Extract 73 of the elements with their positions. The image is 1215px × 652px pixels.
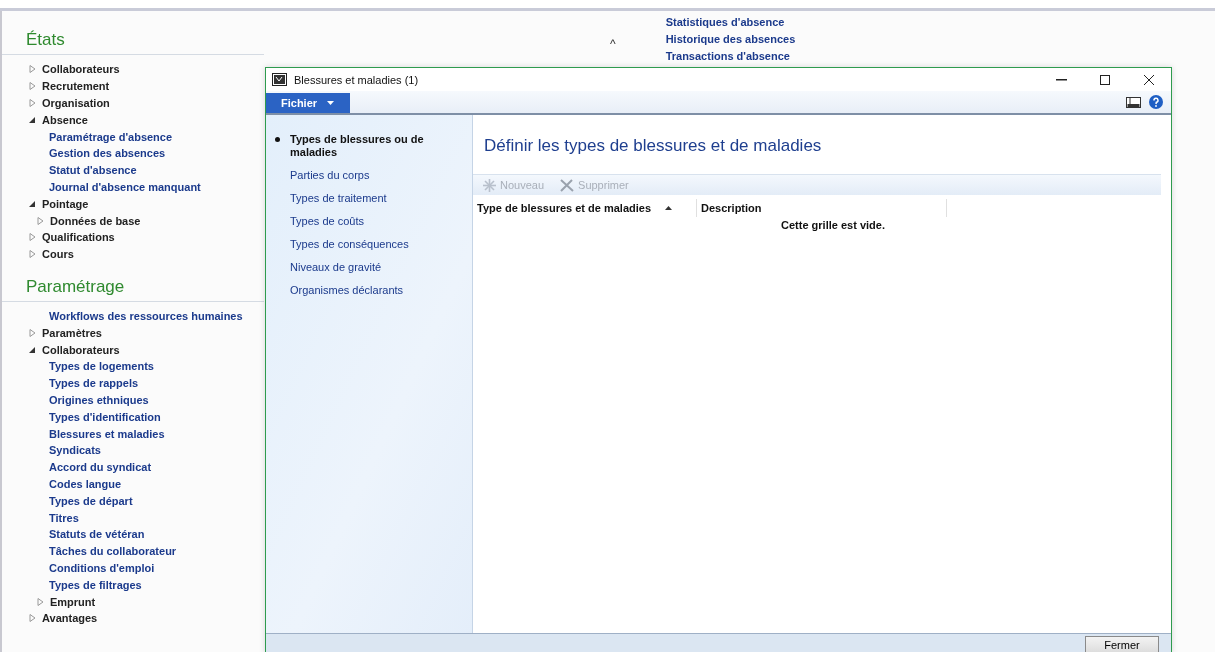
minimize-icon xyxy=(1055,78,1067,81)
tree-link[interactable]: Conditions d'emploi xyxy=(49,561,155,574)
tree-link[interactable]: Gestion des absences xyxy=(49,147,166,160)
tree-link[interactable]: Workflows des ressources humaines xyxy=(49,309,243,322)
tree-link[interactable]: Syndicats xyxy=(49,444,101,457)
collapsed-triangle-icon[interactable] xyxy=(29,614,36,623)
tree-link[interactable]: Statuts de vétéran xyxy=(49,528,145,541)
help-icon[interactable] xyxy=(1149,95,1163,109)
related-link[interactable]: Statistiques d'absence xyxy=(665,14,796,31)
collapsed-triangle-icon[interactable] xyxy=(37,216,44,225)
tree-group-label[interactable]: Avantages xyxy=(42,612,98,625)
column-header[interactable]: Description xyxy=(697,199,947,217)
collapsed-triangle-icon[interactable] xyxy=(29,233,36,242)
tree-group-label[interactable]: Recrutement xyxy=(42,80,110,93)
tree-link[interactable]: Titres xyxy=(49,511,79,524)
tree-link[interactable]: Paramétrage d'absence xyxy=(49,130,173,143)
maximize-icon xyxy=(1100,74,1110,85)
collapsed-triangle-icon[interactable] xyxy=(29,328,36,337)
tree-link[interactable]: Statut d'absence xyxy=(49,164,137,177)
tree-link[interactable]: Accord du syndicat xyxy=(49,461,152,474)
window-title: Blessures et maladies (1) xyxy=(294,73,420,86)
page-heading: Définir les types de blessures et de maladies xyxy=(483,135,823,157)
tree-group-label[interactable]: Collaborateurs xyxy=(42,63,120,76)
tree-group-label[interactable]: Données de base xyxy=(50,214,141,227)
book-icon[interactable] xyxy=(1126,96,1141,108)
tree-group-label[interactable]: Cours xyxy=(42,248,74,261)
collapsed-triangle-icon[interactable] xyxy=(37,597,44,606)
tree-group-label[interactable]: Collaborateurs xyxy=(42,343,120,356)
close-icon xyxy=(1144,74,1154,85)
section-heading: Paramétrage xyxy=(2,276,264,302)
sparkle-icon xyxy=(483,178,496,192)
section-heading: États xyxy=(2,30,264,55)
tree-group-label[interactable]: Absence xyxy=(42,113,88,126)
expanded-triangle-icon[interactable] xyxy=(29,115,36,124)
nav-item[interactable]: Organismes déclarants xyxy=(266,284,472,297)
close-dialog-button[interactable]: Fermer xyxy=(1085,636,1159,652)
related-link[interactable]: Transactions d'absence xyxy=(665,48,796,65)
expanded-triangle-icon[interactable] xyxy=(29,345,36,354)
nav-item[interactable]: Types de traitement xyxy=(266,192,472,205)
tree-link[interactable]: Journal d'absence manquant xyxy=(49,180,201,193)
tree-link[interactable]: Types de logements xyxy=(49,360,154,373)
tree-link[interactable]: Codes langue xyxy=(49,477,122,490)
caret-icon xyxy=(327,101,335,105)
file-menu[interactable]: Fichier xyxy=(266,93,350,113)
tree-link[interactable]: Origines ethniques xyxy=(49,393,149,406)
tree-link[interactable]: Tâches du collaborateur xyxy=(49,545,177,558)
nav-item[interactable]: Types de blessures ou de maladies xyxy=(266,133,472,159)
empty-grid-message: Cette grille est vide. xyxy=(780,219,886,231)
tree-group-label[interactable]: Pointage xyxy=(42,197,89,210)
tree-group-label[interactable]: Qualifications xyxy=(42,231,115,244)
collapsed-triangle-icon[interactable] xyxy=(29,250,36,259)
tree-link[interactable]: Types de départ xyxy=(49,494,133,507)
nav-item[interactable]: Types de conséquences xyxy=(266,238,472,251)
collapsed-triangle-icon[interactable] xyxy=(29,65,36,74)
collapse-button[interactable]: ^ xyxy=(610,37,616,51)
column-header[interactable]: Type de blessures et de maladies xyxy=(473,199,697,217)
nav-item[interactable]: Niveaux de gravité xyxy=(266,261,472,274)
collapsed-triangle-icon[interactable] xyxy=(29,99,36,107)
nav-item[interactable]: Types de coûts xyxy=(266,215,472,228)
collapsed-triangle-icon[interactable] xyxy=(29,82,36,91)
expanded-triangle-icon[interactable] xyxy=(29,199,36,208)
tree-link[interactable]: Types de rappels xyxy=(49,377,139,390)
tree-group-label[interactable]: Emprunt xyxy=(50,595,96,608)
related-link[interactable]: Historique des absences xyxy=(665,31,796,48)
sort-ascending-icon xyxy=(665,206,673,210)
tree-group-label[interactable]: Organisation xyxy=(42,97,110,109)
nav-item[interactable]: Parties du corps xyxy=(266,169,472,182)
tree-link[interactable]: Types d'identification xyxy=(49,410,161,423)
tree-group-label[interactable]: Paramètres xyxy=(42,326,102,339)
tree-link[interactable]: Blessures et maladies xyxy=(49,427,165,440)
x-icon xyxy=(560,178,575,192)
tree-link[interactable]: Types de filtrages xyxy=(49,578,142,591)
form-icon xyxy=(272,73,287,86)
